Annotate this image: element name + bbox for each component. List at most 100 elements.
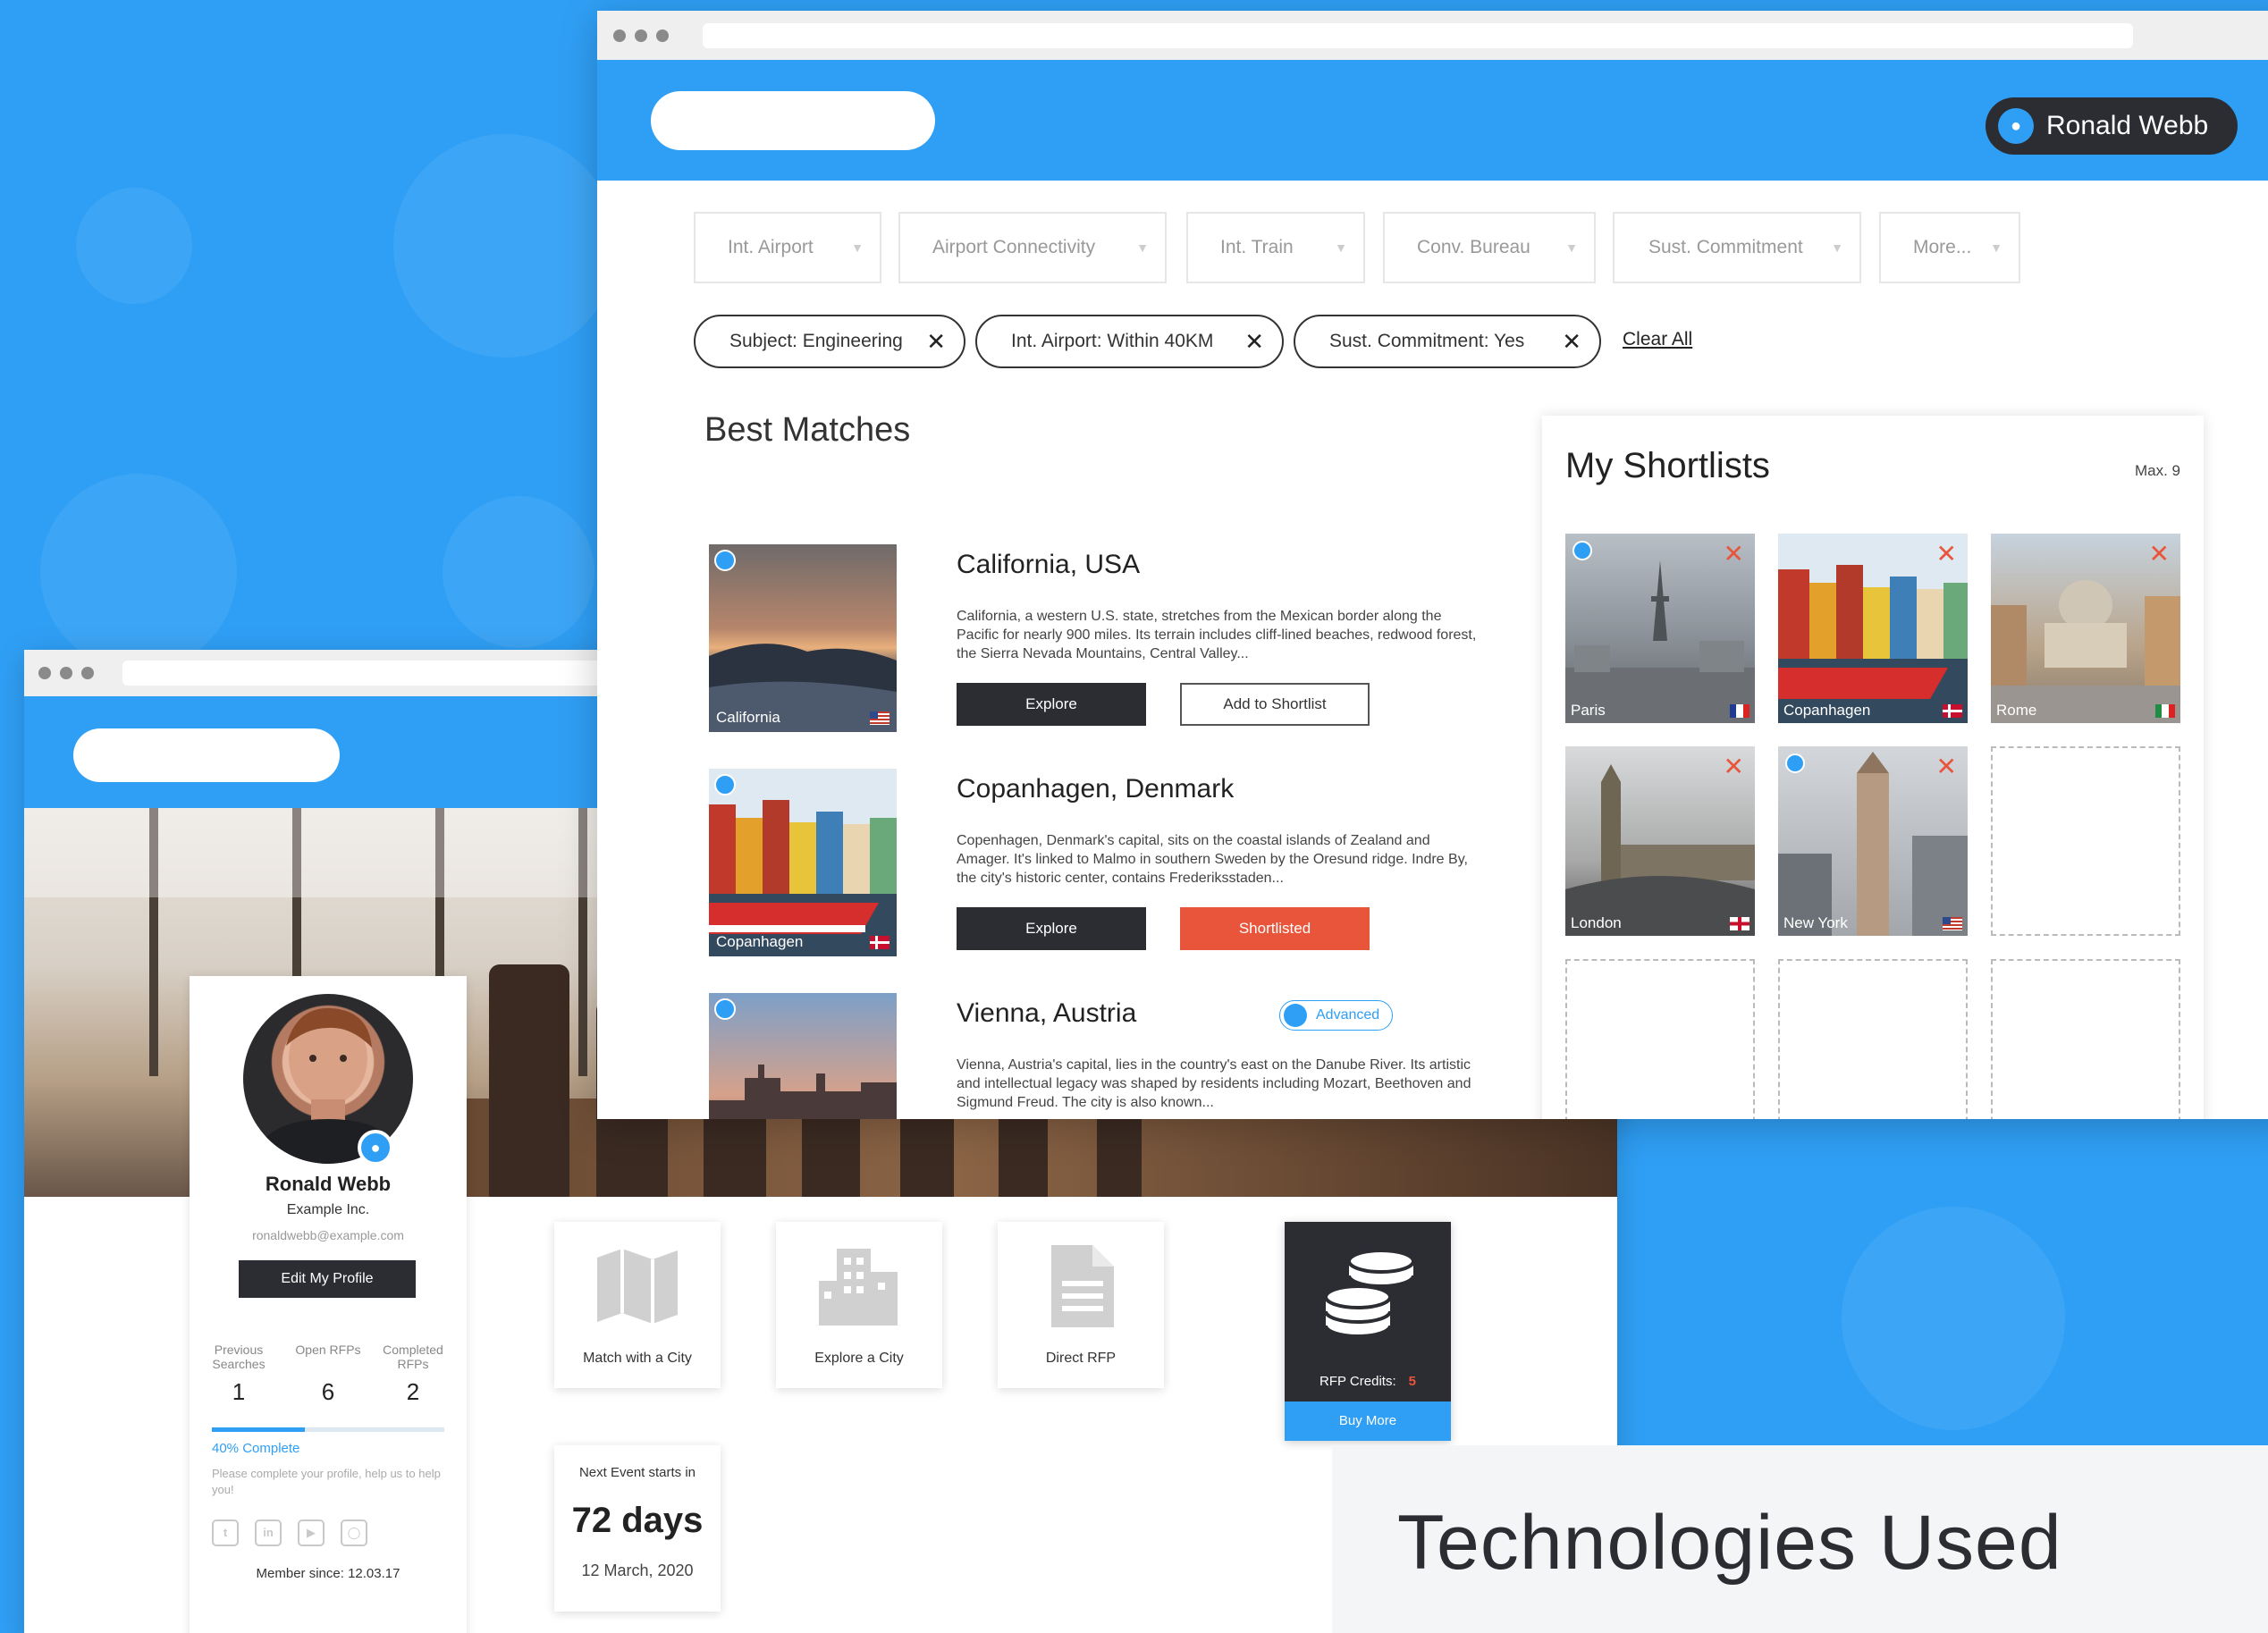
chevron-down-icon: ▼ bbox=[851, 240, 864, 255]
profile-hint: Please complete your profile, help us to… bbox=[212, 1467, 441, 1496]
edit-profile-button[interactable]: Edit My Profile bbox=[239, 1260, 416, 1298]
stat-value: 2 bbox=[406, 1378, 420, 1405]
background-bokeh bbox=[393, 134, 617, 358]
shortlist-empty-slot[interactable] bbox=[1991, 746, 2180, 936]
youtube-icon[interactable]: ▶ bbox=[298, 1519, 325, 1546]
match-description: Copenhagen, Denmark's capital, sits on t… bbox=[957, 833, 1468, 886]
match-card: California California, USA California, a… bbox=[709, 544, 1478, 737]
active-filter-chip: Int. Airport: Within 40KM ✕ bbox=[975, 315, 1284, 368]
technologies-title: Technologies Used bbox=[1397, 1500, 2062, 1586]
next-event-card: Next Event starts in 72 days 12 March, 2… bbox=[554, 1445, 721, 1612]
shortlist-slot[interactable]: ✕ London bbox=[1565, 746, 1755, 936]
window-controls[interactable] bbox=[38, 667, 94, 679]
match-thumbnail[interactable] bbox=[709, 993, 897, 1119]
map-icon bbox=[597, 1249, 678, 1324]
social-links: t in ▶ ◯ bbox=[212, 1519, 367, 1546]
filter-int-airport[interactable]: Int. Airport ▼ bbox=[694, 212, 881, 283]
shortlist-slot[interactable]: ✕ Copanhagen bbox=[1778, 534, 1968, 723]
usa-flag-icon bbox=[1943, 917, 1962, 930]
chevron-down-icon: ▼ bbox=[1335, 240, 1347, 255]
filter-int-train[interactable]: Int. Train ▼ bbox=[1186, 212, 1365, 283]
match-card: Vienna, Austria Advanced Vienna, Austria… bbox=[709, 993, 1478, 1119]
usa-flag-icon bbox=[870, 711, 889, 725]
shortlist-empty-slot[interactable] bbox=[1991, 959, 2180, 1119]
shortlist-empty-slot[interactable] bbox=[1565, 959, 1755, 1119]
linkedin-icon[interactable]: in bbox=[255, 1519, 282, 1546]
background-bokeh bbox=[76, 188, 192, 304]
match-thumbnail[interactable]: Copanhagen bbox=[709, 769, 897, 956]
shortlist-slot[interactable]: ✕ New York bbox=[1778, 746, 1968, 936]
filter-conv-bureau[interactable]: Conv. Bureau ▼ bbox=[1383, 212, 1596, 283]
profile-company: Example Inc. bbox=[286, 1202, 370, 1217]
profile-progress-text: 40% Complete bbox=[212, 1441, 300, 1456]
background-bokeh bbox=[1842, 1207, 2065, 1430]
remove-shortlist-icon[interactable]: ✕ bbox=[2149, 539, 2170, 568]
window-controls[interactable] bbox=[613, 29, 669, 42]
best-matches-title: Best Matches bbox=[704, 411, 911, 449]
advanced-badge: Advanced bbox=[1279, 1000, 1394, 1031]
verified-icon bbox=[714, 774, 736, 795]
instagram-icon[interactable]: ◯ bbox=[341, 1519, 367, 1546]
match-title: California, USA bbox=[957, 550, 1141, 579]
filter-airport-connectivity[interactable]: Airport Connectivity ▼ bbox=[898, 212, 1167, 283]
tile-label: Direct RFP bbox=[1045, 1351, 1117, 1366]
active-filter-chip: Sust. Commitment: Yes ✕ bbox=[1294, 315, 1601, 368]
shortlist-empty-slot[interactable] bbox=[1778, 959, 1968, 1119]
technologies-card: Technologies Used bbox=[1332, 1445, 2268, 1633]
match-thumbnail[interactable]: California bbox=[709, 544, 897, 732]
buy-more-button[interactable]: Buy More bbox=[1285, 1402, 1451, 1441]
stat-label: Completed RFPs bbox=[383, 1343, 443, 1371]
shortlist-slot[interactable]: ✕ Paris bbox=[1565, 534, 1755, 723]
profile-email: ronaldwebb@example.com bbox=[252, 1228, 404, 1242]
user-verified-icon: ● bbox=[358, 1130, 393, 1166]
shortlist-label: Rome bbox=[1996, 702, 2037, 719]
logo-placeholder[interactable] bbox=[651, 91, 935, 150]
explore-button[interactable]: Explore bbox=[957, 683, 1146, 726]
rfp-credits-card: RFP Credits: 5 Buy More bbox=[1285, 1222, 1451, 1441]
match-city-tile[interactable]: Match with a City bbox=[554, 1222, 721, 1388]
address-bar[interactable] bbox=[703, 23, 2133, 48]
chevron-down-icon: ▼ bbox=[1831, 240, 1843, 255]
thumbnail-label: Copanhagen bbox=[716, 933, 804, 950]
profile-progress-fill bbox=[212, 1427, 305, 1432]
shortlist-label: Paris bbox=[1571, 702, 1606, 719]
shortlist-label: New York bbox=[1783, 914, 1848, 931]
chevron-down-icon: ▼ bbox=[1990, 240, 2002, 255]
profile-progress-bar bbox=[212, 1427, 444, 1432]
uk-flag-icon bbox=[1730, 917, 1749, 930]
verified-icon bbox=[714, 550, 736, 571]
user-menu[interactable]: ● Ronald Webb bbox=[1986, 97, 2238, 155]
match-description: California, a western U.S. state, stretc… bbox=[957, 609, 1477, 661]
logo-placeholder[interactable] bbox=[73, 728, 340, 782]
remove-filter-icon[interactable]: ✕ bbox=[926, 316, 946, 366]
remove-shortlist-icon[interactable]: ✕ bbox=[1936, 539, 1957, 568]
shortlist-slot[interactable]: ✕ Rome bbox=[1991, 534, 2180, 723]
best-matches-window: ● Ronald Webb Int. Airport ▼ Airport Conn… bbox=[597, 11, 2268, 1119]
explore-button[interactable]: Explore bbox=[957, 907, 1146, 950]
add-to-shortlist-button[interactable]: Add to Shortlist bbox=[1180, 683, 1370, 726]
coins-icon bbox=[1324, 1249, 1415, 1338]
tile-label: Match with a City bbox=[583, 1351, 692, 1366]
remove-filter-icon[interactable]: ✕ bbox=[1562, 316, 1581, 366]
match-card: Copanhagen Copanhagen, Denmark Copenhage… bbox=[709, 769, 1478, 961]
stat-label: Previous Searches bbox=[212, 1343, 266, 1371]
remove-filter-icon[interactable]: ✕ bbox=[1244, 316, 1264, 366]
document-icon bbox=[1051, 1245, 1114, 1327]
remove-shortlist-icon[interactable]: ✕ bbox=[1936, 752, 1957, 781]
background-bokeh bbox=[443, 496, 594, 648]
profile-name: Ronald Webb bbox=[265, 1173, 392, 1195]
stat-value: 6 bbox=[321, 1378, 335, 1405]
denmark-flag-icon bbox=[1943, 704, 1962, 718]
stat-previous-searches: Previous Searches 1 bbox=[198, 1343, 279, 1406]
france-flag-icon bbox=[1730, 704, 1749, 718]
clear-all-link[interactable]: Clear All bbox=[1623, 329, 1692, 350]
match-description: Vienna, Austria's capital, lies in the c… bbox=[957, 1057, 1471, 1110]
shortlisted-button[interactable]: Shortlisted bbox=[1180, 907, 1370, 950]
filter-sust-commitment[interactable]: Sust. Commitment ▼ bbox=[1613, 212, 1861, 283]
twitter-icon[interactable]: t bbox=[212, 1519, 239, 1546]
direct-rfp-tile[interactable]: Direct RFP bbox=[998, 1222, 1164, 1388]
remove-shortlist-icon[interactable]: ✕ bbox=[1724, 752, 1744, 781]
remove-shortlist-icon[interactable]: ✕ bbox=[1724, 539, 1744, 568]
explore-city-tile[interactable]: Explore a City bbox=[776, 1222, 942, 1388]
filter-more[interactable]: More... ▼ bbox=[1879, 212, 2020, 283]
